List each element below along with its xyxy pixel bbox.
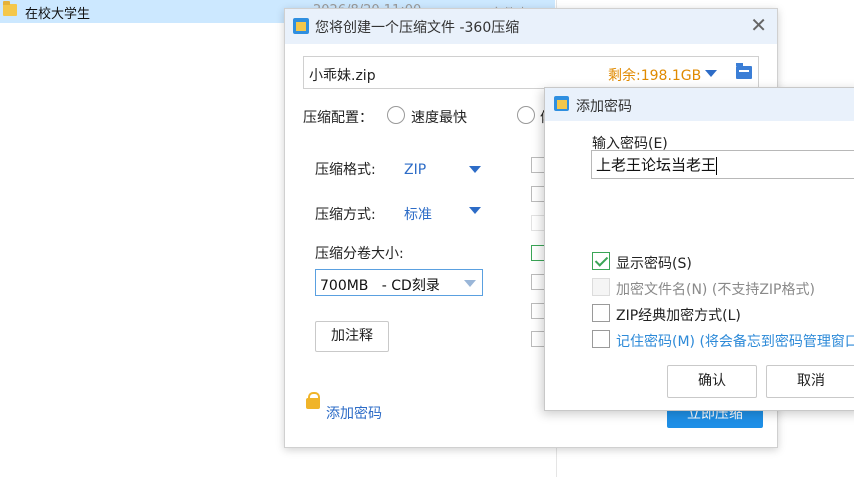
confirm-button[interactable]: 确认 <box>667 365 757 398</box>
option-checkbox[interactable] <box>531 303 545 319</box>
option-checkbox[interactable] <box>531 274 545 290</box>
zip-classic-encryption-label[interactable]: ZIP经典加密方式(L) <box>616 305 741 325</box>
unlock-icon <box>306 392 320 409</box>
format-dropdown-icon[interactable] <box>469 166 481 173</box>
option-checkbox-checked[interactable] <box>531 245 545 261</box>
option-checkbox[interactable] <box>531 186 545 202</box>
show-password-checkbox[interactable] <box>592 252 610 270</box>
encrypt-filenames-checkbox[interactable] <box>592 278 610 296</box>
chevron-down-icon[interactable] <box>705 70 717 77</box>
add-password-title: 添加密码 <box>576 99 632 115</box>
method-label: 压缩方式: <box>315 207 376 223</box>
show-password-label[interactable]: 显示密码(S) <box>616 253 692 273</box>
encrypt-filenames-note: (不支持ZIP格式) <box>711 282 815 298</box>
split-size-label: 压缩分卷大小: <box>315 246 404 262</box>
method-dropdown-icon[interactable] <box>469 207 481 214</box>
config-label: 压缩配置： <box>303 110 373 126</box>
zip-classic-encryption-checkbox[interactable] <box>592 304 610 322</box>
split-size-select[interactable]: 700MB - CD刻录 <box>315 269 483 296</box>
remember-password-note: (将会备忘到密码管理窗口 <box>699 334 854 350</box>
encrypt-filenames-label: 加密文件名(N) (不支持ZIP格式) <box>616 279 815 299</box>
remember-password-checkbox[interactable] <box>592 330 610 348</box>
compress-dialog-title: 您将创建一个压缩文件 -360压缩 <box>315 20 520 36</box>
option-checkbox[interactable] <box>531 157 545 173</box>
close-icon[interactable]: ✕ <box>750 13 767 37</box>
browse-folder-icon[interactable] <box>736 63 752 79</box>
filename-value[interactable]: 小乖妹.zip <box>309 65 376 85</box>
remember-password-label[interactable]: 记住密码(M) (将会备忘到密码管理窗口 <box>616 331 854 351</box>
text-caret <box>716 156 718 175</box>
add-password-titlebar[interactable]: 添加密码 <box>545 88 854 121</box>
option-checkbox[interactable] <box>531 215 545 231</box>
option-checkbox[interactable] <box>531 331 545 347</box>
compress-dialog-titlebar[interactable]: 您将创建一个压缩文件 -360压缩 ✕ <box>285 9 777 44</box>
app-360zip-icon <box>293 18 309 34</box>
folder-name: 在校大学生 <box>25 7 91 22</box>
add-password-link[interactable]: 添加密码 <box>326 403 382 423</box>
format-label: 压缩格式: <box>315 162 376 178</box>
add-comment-button[interactable]: 加注释 <box>315 321 389 352</box>
radio-speed-fastest[interactable] <box>387 106 405 124</box>
split-size-value: 700MB - CD刻录 <box>320 278 440 294</box>
password-input[interactable]: 上老王论坛当老王 <box>591 150 854 179</box>
radio-config-option-2[interactable] <box>517 106 535 124</box>
filename-field[interactable]: 小乖妹.zip 剩余:198.1GB <box>303 56 759 89</box>
app-360zip-icon <box>554 96 569 111</box>
format-value[interactable]: ZIP <box>404 162 426 178</box>
chevron-down-icon[interactable] <box>464 280 476 287</box>
method-value[interactable]: 标准 <box>404 204 432 224</box>
config-option-fastest: 速度最快 <box>411 110 467 126</box>
free-space-text: 剩余:198.1GB <box>608 68 702 84</box>
cancel-button[interactable]: 取消 <box>766 365 854 398</box>
remember-password-text: 记住密码(M) <box>616 334 696 350</box>
password-input-value: 上老王论坛当老王 <box>596 156 717 174</box>
add-password-dialog: 添加密码 输入密码(E) 上老王论坛当老王 显示密码(S) 加密文件名(N) (… <box>544 87 854 411</box>
folder-icon <box>3 1 17 16</box>
encrypt-filenames-text: 加密文件名(N) <box>616 282 708 298</box>
